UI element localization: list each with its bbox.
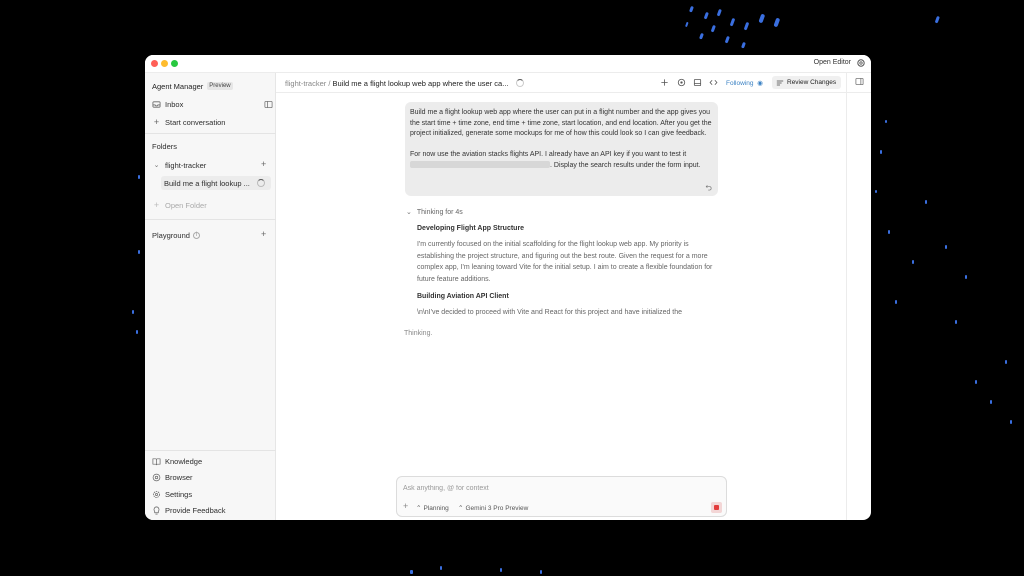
conversation-item-label: Build me a flight lookup ... [164,178,250,188]
conversation-item[interactable]: Build me a flight lookup ... [164,177,250,189]
sidebar-item-knowledge[interactable]: Knowledge [152,455,202,467]
mode-selector[interactable]: ⌃ Planning [416,504,449,513]
minimize-window-button[interactable] [161,60,168,67]
sidebar-item-label: Start conversation [165,117,226,127]
sidebar-item-label: Settings [165,489,193,499]
add-playground-plus-icon[interactable]: + [261,229,266,239]
following-label: Following [726,80,754,87]
conversation-header: flight-tracker / Build me a flight looku… [276,73,871,93]
preview-badge: Preview [207,82,233,90]
sidebar-toggle-icon[interactable] [264,100,273,109]
close-window-button[interactable] [151,60,158,67]
sidebar-item-label: Browser [165,472,193,482]
stop-button[interactable] [711,502,722,513]
user-message-text: For now use the aviation stacks flights … [410,151,687,159]
thinking-label: Thinking for 4s [416,208,463,216]
breadcrumb: flight-tracker / Build me a flight looku… [285,79,508,88]
loading-spinner-icon [516,79,524,87]
thinking-toggle[interactable]: ⌄ Thinking for 4s [406,208,463,217]
following-toggle[interactable]: Following ◉ [726,79,763,87]
folder-flight-tracker[interactable]: ⌄ flight-tracker [152,159,207,171]
app-window: Open Editor Agent Manager Preview Inbox … [145,55,871,520]
list-icon [776,80,784,85]
thought-text-clipped: \n\nI've decided to proceed with Vite an… [417,307,717,329]
thought-heading: Building Aviation API Client [417,293,509,301]
chevron-down-icon: ⌄ [406,209,412,216]
app-name: Agent Manager [152,81,204,91]
plus-icon[interactable] [660,78,669,87]
browser-icon [152,473,161,481]
thought-text: \n\nI've decided to proceed with Vite an… [417,309,683,317]
folder-label: flight-tracker [165,160,207,170]
gear-icon[interactable] [856,58,866,68]
mode-label: Planning [423,504,449,512]
chevron-up-icon: ⌃ [416,505,422,512]
user-message-text: . Display the search results under the f… [550,161,701,169]
sidebar-item-feedback[interactable]: Provide Feedback [152,504,225,516]
sidebar-item-settings[interactable]: Settings [152,488,192,500]
chevron-up-icon: ⌃ [458,505,464,512]
thinking-status: Thinking. [404,330,433,337]
folders-heading-label: Folders [152,141,178,151]
code-icon[interactable] [709,78,718,87]
model-selector[interactable]: ⌃ Gemini 3 Pro Preview [458,504,529,513]
user-message-paragraph: Build me a flight lookup web app where t… [410,109,712,138]
divider [145,133,276,134]
sidebar-item-label: Knowledge [165,456,203,466]
app-name-row: Agent Manager Preview [152,80,233,92]
thinking-content: Developing Flight App Structure I'm curr… [417,223,717,329]
book-icon [152,457,161,465]
sidebar-item-label: Open Folder [165,200,207,210]
user-message-paragraph: For now use the aviation stacks flights … [410,150,713,171]
redacted-api-key [410,161,550,169]
sidebar-item-label: Inbox [165,99,184,109]
right-panel-divider [846,73,847,520]
divider [145,450,276,451]
plus-icon: + [153,199,160,210]
thought-text: I'm currently focused on the initial sca… [417,241,713,283]
sidebar-item-inbox[interactable]: Inbox [152,98,183,110]
open-folder-button[interactable]: + Open Folder [152,199,207,211]
eye-icon: ◉ [757,80,763,87]
add-to-folder-plus-icon[interactable]: + [261,159,266,169]
maximize-window-button[interactable] [171,60,178,67]
plus-icon: + [153,116,160,127]
chat-input[interactable] [403,482,703,494]
open-editor-button[interactable]: Open Editor [814,59,851,66]
playground-label: Playground [152,230,190,240]
panel-toggle-icon[interactable] [855,77,864,86]
sidebar-item-label: Provide Feedback [165,505,226,515]
sidebar: Agent Manager Preview Inbox + Start conv… [145,73,276,520]
lightbulb-icon [153,506,160,514]
info-icon: i [192,231,200,239]
inbox-icon [152,100,161,108]
model-label: Gemini 3 Pro Preview [465,504,529,512]
start-conversation-button[interactable]: + Start conversation [152,116,226,128]
chevron-down-icon: ⌄ [153,161,160,169]
add-context-plus-icon[interactable]: + [403,501,408,511]
fade-overlay [417,318,717,329]
stop-icon [714,505,719,510]
undo-icon[interactable] [705,183,713,191]
extensions-icon[interactable] [677,78,686,87]
user-message: Build me a flight lookup web app where t… [405,102,718,196]
sidebar-item-browser[interactable]: Browser [152,471,193,483]
review-changes-label: Review Changes [787,79,837,86]
divider [145,219,276,220]
loading-spinner-icon [257,179,265,187]
breadcrumb-title: Build me a flight lookup web app where t… [332,79,509,88]
composer: + ⌃ Planning ⌃ Gemini 3 Pro Preview [396,476,727,517]
image-icon[interactable] [693,78,702,87]
review-changes-button[interactable]: Review Changes [772,76,841,89]
folders-heading: Folders [152,140,177,152]
gear-icon [153,490,160,498]
playground-section[interactable]: Playground i [152,229,200,241]
title-bar: Open Editor [145,55,871,73]
breadcrumb-project[interactable]: flight-tracker [285,79,326,88]
thought-heading: Developing Flight App Structure [417,225,525,232]
breadcrumb-separator: / [328,79,331,88]
